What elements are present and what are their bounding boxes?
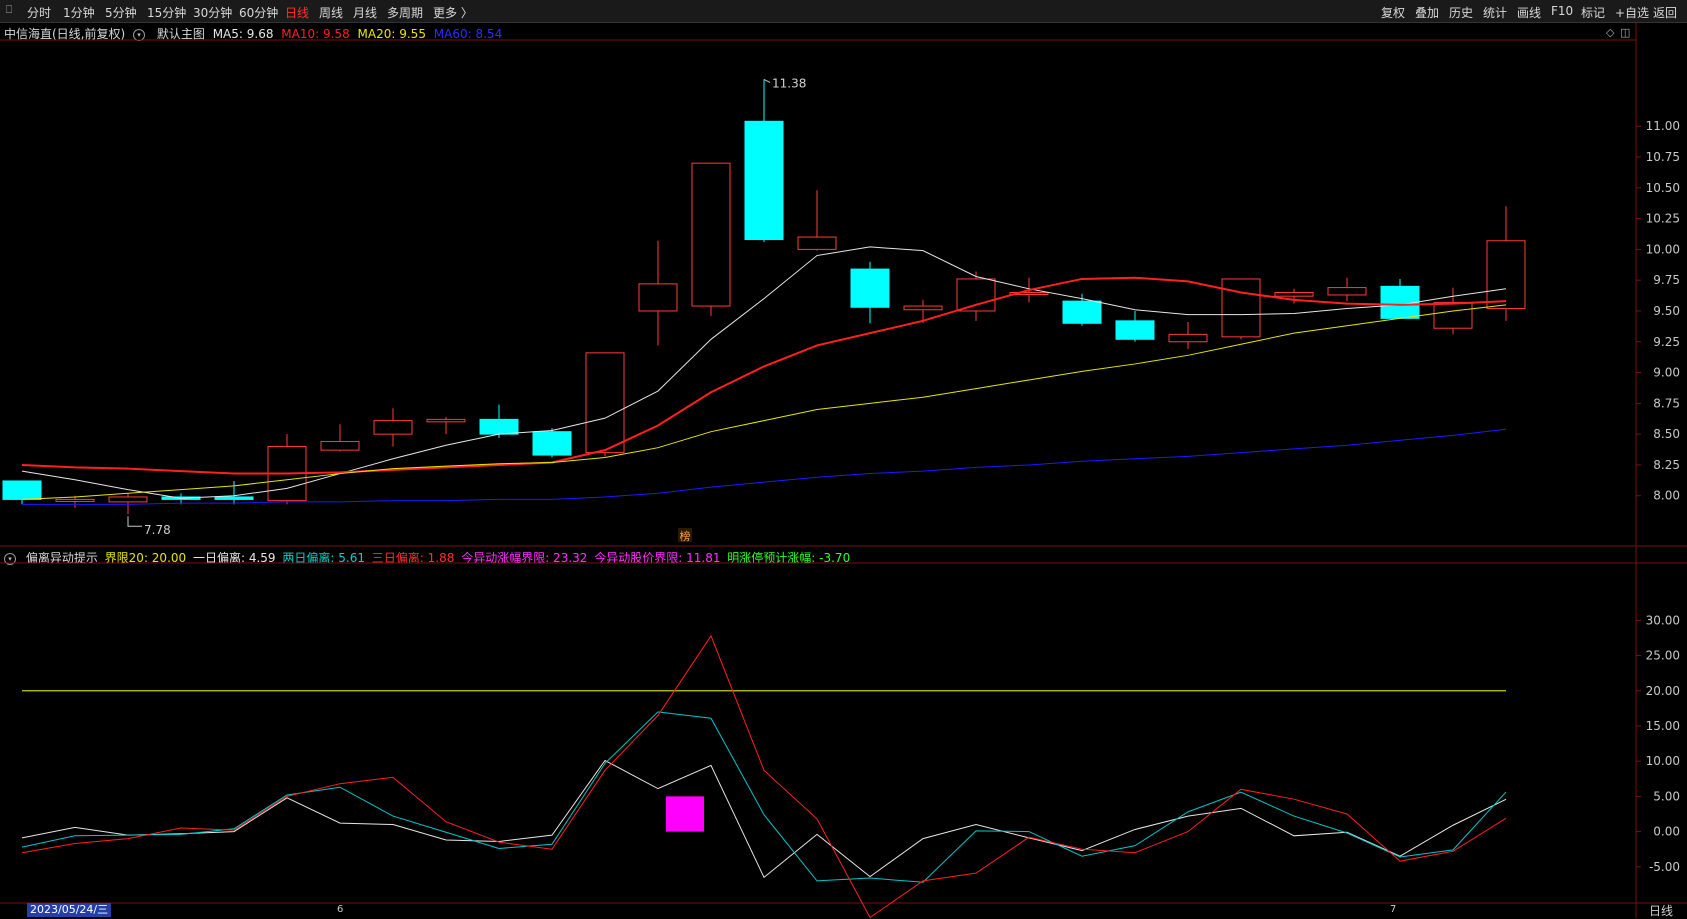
candle-body-down (850, 268, 890, 308)
ma-line-ma10 (21, 276, 1507, 475)
low-label: 7.78 (144, 523, 171, 537)
sub-y-tick-label: 10.00 (1646, 754, 1680, 768)
candle-body-up (373, 420, 413, 435)
ma-line-ma20 (21, 304, 1507, 500)
candle-body-down (1115, 320, 1155, 340)
candle-body-down (214, 496, 254, 500)
high-label: 11.38 (772, 76, 806, 90)
y-tick-label: 8.50 (1653, 427, 1680, 441)
candle-body-up (1486, 240, 1526, 310)
candle-body-up (903, 305, 943, 311)
y-tick-label: 9.25 (1653, 335, 1680, 349)
candle-body-up (1274, 292, 1314, 297)
sub-y-tick-label: 5.00 (1653, 789, 1680, 803)
candle-body-down (479, 418, 519, 435)
deviation-line-0 (21, 759, 1507, 879)
x-tick-month-7: 7 (1390, 904, 1397, 915)
x-tick-month-6: 6 (337, 904, 344, 915)
y-tick-label: 10.25 (1646, 212, 1680, 226)
candle-body-up (585, 352, 625, 454)
rank-marker: 榜 (680, 529, 691, 543)
low-arrow (127, 516, 142, 527)
sub-y-tick-label: 15.00 (1646, 719, 1680, 733)
candle-body-up (320, 441, 360, 451)
y-tick-label: 11.00 (1646, 119, 1680, 133)
y-tick-label: 8.00 (1653, 489, 1680, 503)
ma-line-ma5 (21, 246, 1507, 499)
sub-y-tick-label: -5.00 (1649, 860, 1680, 874)
high-arrow (763, 78, 771, 83)
sub-y-tick-label: 30.00 (1646, 613, 1680, 627)
candle-body-down (744, 120, 784, 241)
sub-y-tick-label: 20.00 (1646, 684, 1680, 698)
y-tick-label: 9.00 (1653, 366, 1680, 380)
y-tick-label: 9.50 (1653, 304, 1680, 318)
y-tick-label: 10.50 (1646, 181, 1680, 195)
alert-bar (666, 796, 704, 832)
candle-body-up (55, 498, 95, 502)
diamond-icon: ◇ (1606, 26, 1615, 39)
candle-body-up (1433, 301, 1473, 329)
sub-y-tick-label: 0.00 (1653, 825, 1680, 839)
candle-body-up (1221, 278, 1261, 338)
y-tick-label: 10.75 (1646, 150, 1680, 164)
candle-body-up (1327, 287, 1367, 296)
y-tick-label: 8.75 (1653, 396, 1680, 410)
candle-body-up (426, 418, 466, 423)
candle-body-down (2, 480, 42, 500)
kline-chart[interactable]: 8.00 8.25 8.50 8.75 9.00 9.25 9.50 9.75 10.00 10.… (0, 0, 1687, 918)
candle-body-up (797, 236, 837, 250)
candle-body-up (1168, 333, 1208, 343)
ma-line-ma60 (22, 428, 1507, 505)
candle-body-up (638, 283, 678, 312)
candle-body-down (532, 431, 572, 456)
candle-body-up (691, 162, 731, 307)
candle-body-up (956, 278, 996, 312)
panel-toggle-icon: ◫ (1620, 26, 1630, 39)
sub-y-tick-label: 25.00 (1646, 649, 1680, 663)
y-tick-label: 8.25 (1653, 458, 1680, 472)
y-tick-label: 9.75 (1653, 273, 1680, 287)
cursor-date: 2023/05/24/三 (27, 903, 112, 917)
candle-body-down (1062, 300, 1102, 324)
deviation-line-2 (21, 634, 1507, 918)
period-indicator: 日线 (1649, 904, 1674, 918)
y-tick-label: 10.00 (1646, 242, 1680, 256)
candle-body-up (108, 496, 148, 503)
